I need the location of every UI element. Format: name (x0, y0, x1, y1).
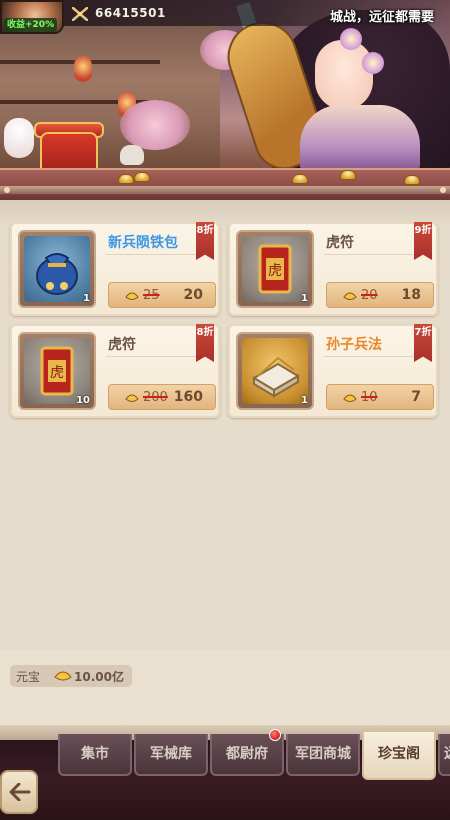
item-name: 虎符 (326, 235, 354, 251)
gold-ingot-icon (134, 172, 150, 182)
buy-button[interactable]: 25 20 (108, 282, 216, 308)
original-price: 200 (143, 390, 168, 405)
buy-button[interactable]: 10 7 (326, 384, 434, 410)
notification-dot-icon (269, 729, 281, 741)
gold-amount: 66415501 (95, 6, 166, 20)
currency-value: 10.00亿 (74, 670, 124, 684)
gold-ingot-icon (54, 671, 72, 681)
svg-text:虎: 虎 (268, 263, 282, 279)
divider (106, 254, 202, 255)
counter-rivet (440, 187, 446, 193)
shop-item-card[interactable]: 1 新兵陨铁包 8折 25 20 (10, 222, 220, 316)
divider (106, 356, 202, 357)
item-quantity: 1 (301, 293, 308, 304)
blue-treasure-bag-icon (24, 236, 90, 302)
teapot-icon (120, 145, 144, 165)
original-price: 25 (143, 288, 160, 303)
crossed-swords-icon (72, 7, 88, 21)
discount-tag: 9折 (414, 222, 432, 260)
item-quantity: 1 (83, 293, 90, 304)
discount-tag: 8折 (196, 222, 214, 260)
tiger-tally-icon: 虎 (242, 236, 308, 302)
character-face (315, 40, 373, 110)
buy-button[interactable]: 20 18 (326, 282, 434, 308)
original-price: 10 (361, 390, 378, 405)
currency-label: 元宝 (16, 670, 41, 684)
discount-price: 7 (411, 389, 421, 405)
item-name: 孙子兵法 (326, 337, 382, 353)
item-icon-frame: 虎 1 (236, 230, 314, 308)
back-arrow-icon (9, 783, 31, 801)
gold-ingot-icon (343, 292, 357, 300)
item-icon-frame: 虎 10 (18, 332, 96, 410)
divider (324, 254, 420, 255)
original-price: 20 (361, 288, 378, 303)
gold-ingot-icon (343, 394, 357, 402)
shop-counter (0, 168, 450, 200)
hair-flower-icon (340, 28, 362, 50)
shop-item-card[interactable]: 虎 10 虎符 8折 200 160 (10, 324, 220, 418)
item-name: 新兵陨铁包 (108, 235, 178, 251)
back-button[interactable] (0, 770, 38, 814)
discount-tag: 8折 (196, 324, 214, 362)
art-of-war-book-icon (242, 338, 308, 404)
tab-expedition[interactable]: 远 (438, 734, 450, 776)
item-icon-frame: 1 (236, 332, 314, 410)
lucky-cat-icon (4, 118, 34, 158)
shop-item-card[interactable]: 1 孙子兵法 7折 10 7 (228, 324, 438, 418)
svg-text:虎: 虎 (50, 365, 64, 381)
scrolling-notice: 城战，远征都需要 (330, 10, 435, 25)
item-quantity: 10 (76, 395, 90, 406)
character-body (300, 105, 420, 175)
hair-flower-icon (362, 52, 384, 74)
buy-button[interactable]: 200 160 (108, 384, 216, 410)
item-name: 虎符 (108, 337, 136, 353)
gold-ingot-icon (292, 174, 308, 184)
currency-area: 元宝 10.00亿 (0, 650, 450, 725)
tab-armory[interactable]: 军械库 (134, 734, 208, 776)
counter-rivet (4, 187, 10, 193)
lantern-icon (74, 56, 92, 82)
gold-ingot-icon (125, 292, 139, 300)
discount-price: 18 (401, 287, 421, 303)
counter-rail (0, 186, 450, 194)
gold-ingot-icon (118, 174, 134, 184)
gold-ingot-icon (340, 170, 356, 180)
cherry-blossom (120, 100, 190, 150)
divider (324, 356, 420, 357)
income-badge: 收益+20% (4, 18, 58, 32)
gold-ingot-icon (404, 175, 420, 185)
item-icon-frame: 1 (18, 230, 96, 308)
tab-market[interactable]: 集市 (58, 734, 132, 776)
item-quantity: 1 (301, 395, 308, 406)
tab-legion-shop[interactable]: 军团商城 (286, 734, 360, 776)
shop-banner (0, 0, 450, 200)
tab-treasure-pavilion[interactable]: 珍宝阁 (362, 730, 436, 780)
shop-item-card[interactable]: 虎 1 虎符 9折 20 18 (228, 222, 438, 316)
discount-price: 20 (183, 287, 203, 303)
gold-ingot-icon (125, 394, 139, 402)
currency-display: 元宝 10.00亿 (10, 665, 132, 687)
discount-tag: 7折 (414, 324, 432, 362)
discount-price: 160 (173, 389, 203, 405)
